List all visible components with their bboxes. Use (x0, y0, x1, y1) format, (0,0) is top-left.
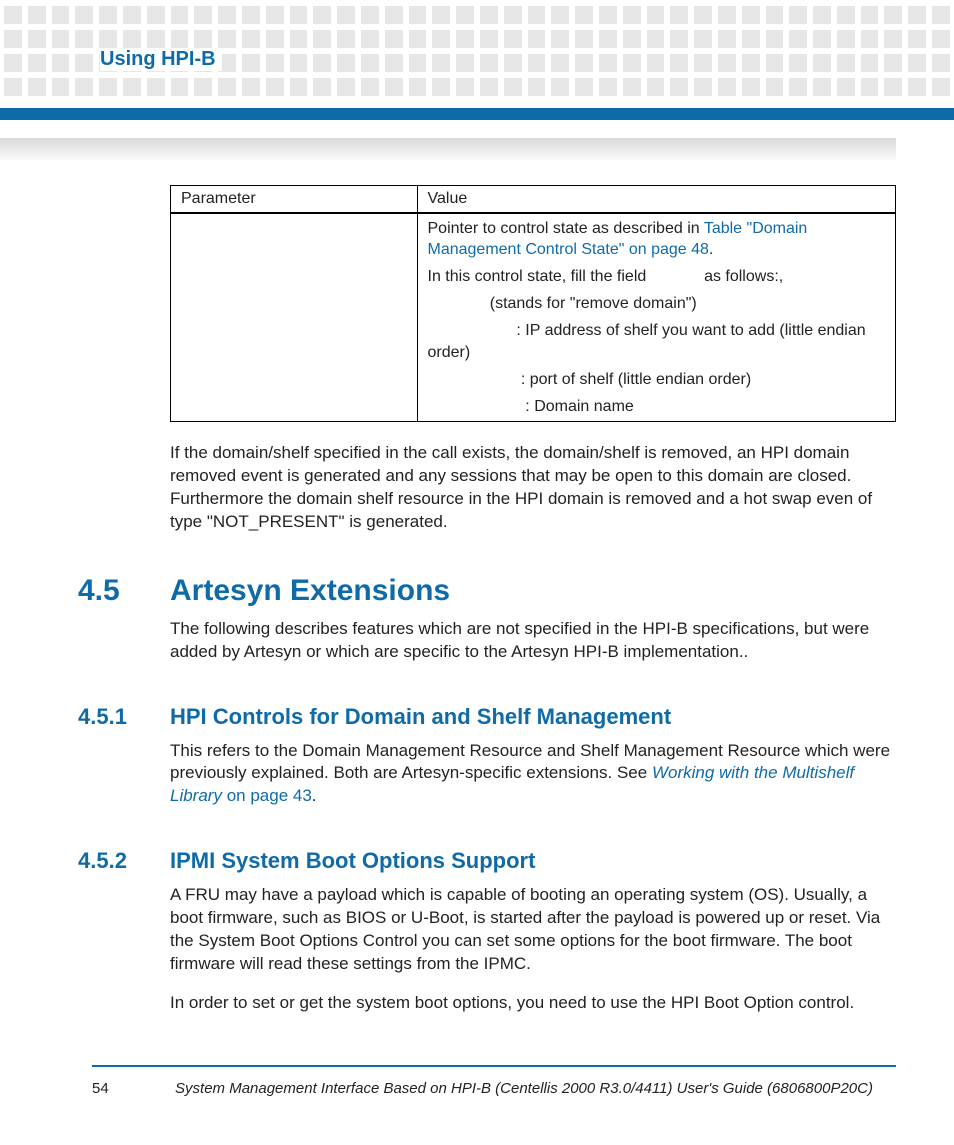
table-header-value: Value (417, 186, 896, 214)
table-header-parameter: Parameter (171, 186, 418, 214)
footer-rule (92, 1065, 896, 1067)
section-number: 4.5.2 (78, 848, 170, 874)
section-4-5-2-body-1: A FRU may have a payload which is capabl… (170, 884, 896, 976)
section-number: 4.5.1 (78, 704, 170, 730)
table-value-line6: : Domain name (428, 396, 886, 417)
text: . (312, 786, 317, 805)
table-value-line1: Pointer to control state as described in… (428, 218, 886, 260)
section-title: IPMI System Boot Options Support (170, 848, 535, 874)
section-title: Artesyn Extensions (170, 574, 450, 608)
page-number: 54 (92, 1080, 152, 1097)
section-number: 4.5 (78, 574, 170, 608)
section-4-5-2-body-2: In order to set or get the system boot o… (170, 992, 896, 1015)
section-title: HPI Controls for Domain and Shelf Manage… (170, 704, 671, 730)
section-4-5-1-heading: 4.5.1 HPI Controls for Domain and Shelf … (170, 704, 896, 730)
xref-multishelf-library-page[interactable]: on page 43 (222, 786, 312, 805)
content-area: Parameter Value Pointer to control state… (170, 185, 896, 1015)
section-4-5-2-heading: 4.5.2 IPMI System Boot Options Support (170, 848, 896, 874)
page: Using HPI-B Parameter Value Pointer to c… (0, 0, 954, 1145)
running-header: Using HPI-B (100, 48, 222, 71)
table-cell-value: Pointer to control state as described in… (417, 213, 896, 421)
text: Pointer to control state as described in (428, 220, 704, 237)
parameters-table: Parameter Value Pointer to control state… (170, 185, 896, 422)
footer: 54 System Management Interface Based on … (92, 1080, 896, 1097)
table-value-line3: (stands for "remove domain") (428, 293, 886, 314)
decor-dots-row-4 (0, 78, 954, 96)
header-blue-rule (0, 108, 954, 120)
footer-text: System Management Interface Based on HPI… (152, 1080, 896, 1097)
decor-dots-row-2 (0, 30, 954, 48)
section-4-5-1-body: This refers to the Domain Management Res… (170, 740, 896, 809)
post-table-paragraph: If the domain/shelf specified in the cal… (170, 442, 896, 534)
section-4-5-body: The following describes features which a… (170, 618, 896, 664)
table-value-line4: : IP address of shelf you want to add (l… (428, 320, 886, 362)
text: . (709, 241, 713, 258)
decor-dots-row-1 (0, 6, 954, 24)
header-gradient (0, 138, 896, 160)
section-4-5-heading: 4.5 Artesyn Extensions (170, 574, 896, 608)
table-value-line2: In this control state, fill the field as… (428, 266, 886, 287)
table-value-line5: : port of shelf (little endian order) (428, 369, 886, 390)
table-cell-parameter (171, 213, 418, 421)
